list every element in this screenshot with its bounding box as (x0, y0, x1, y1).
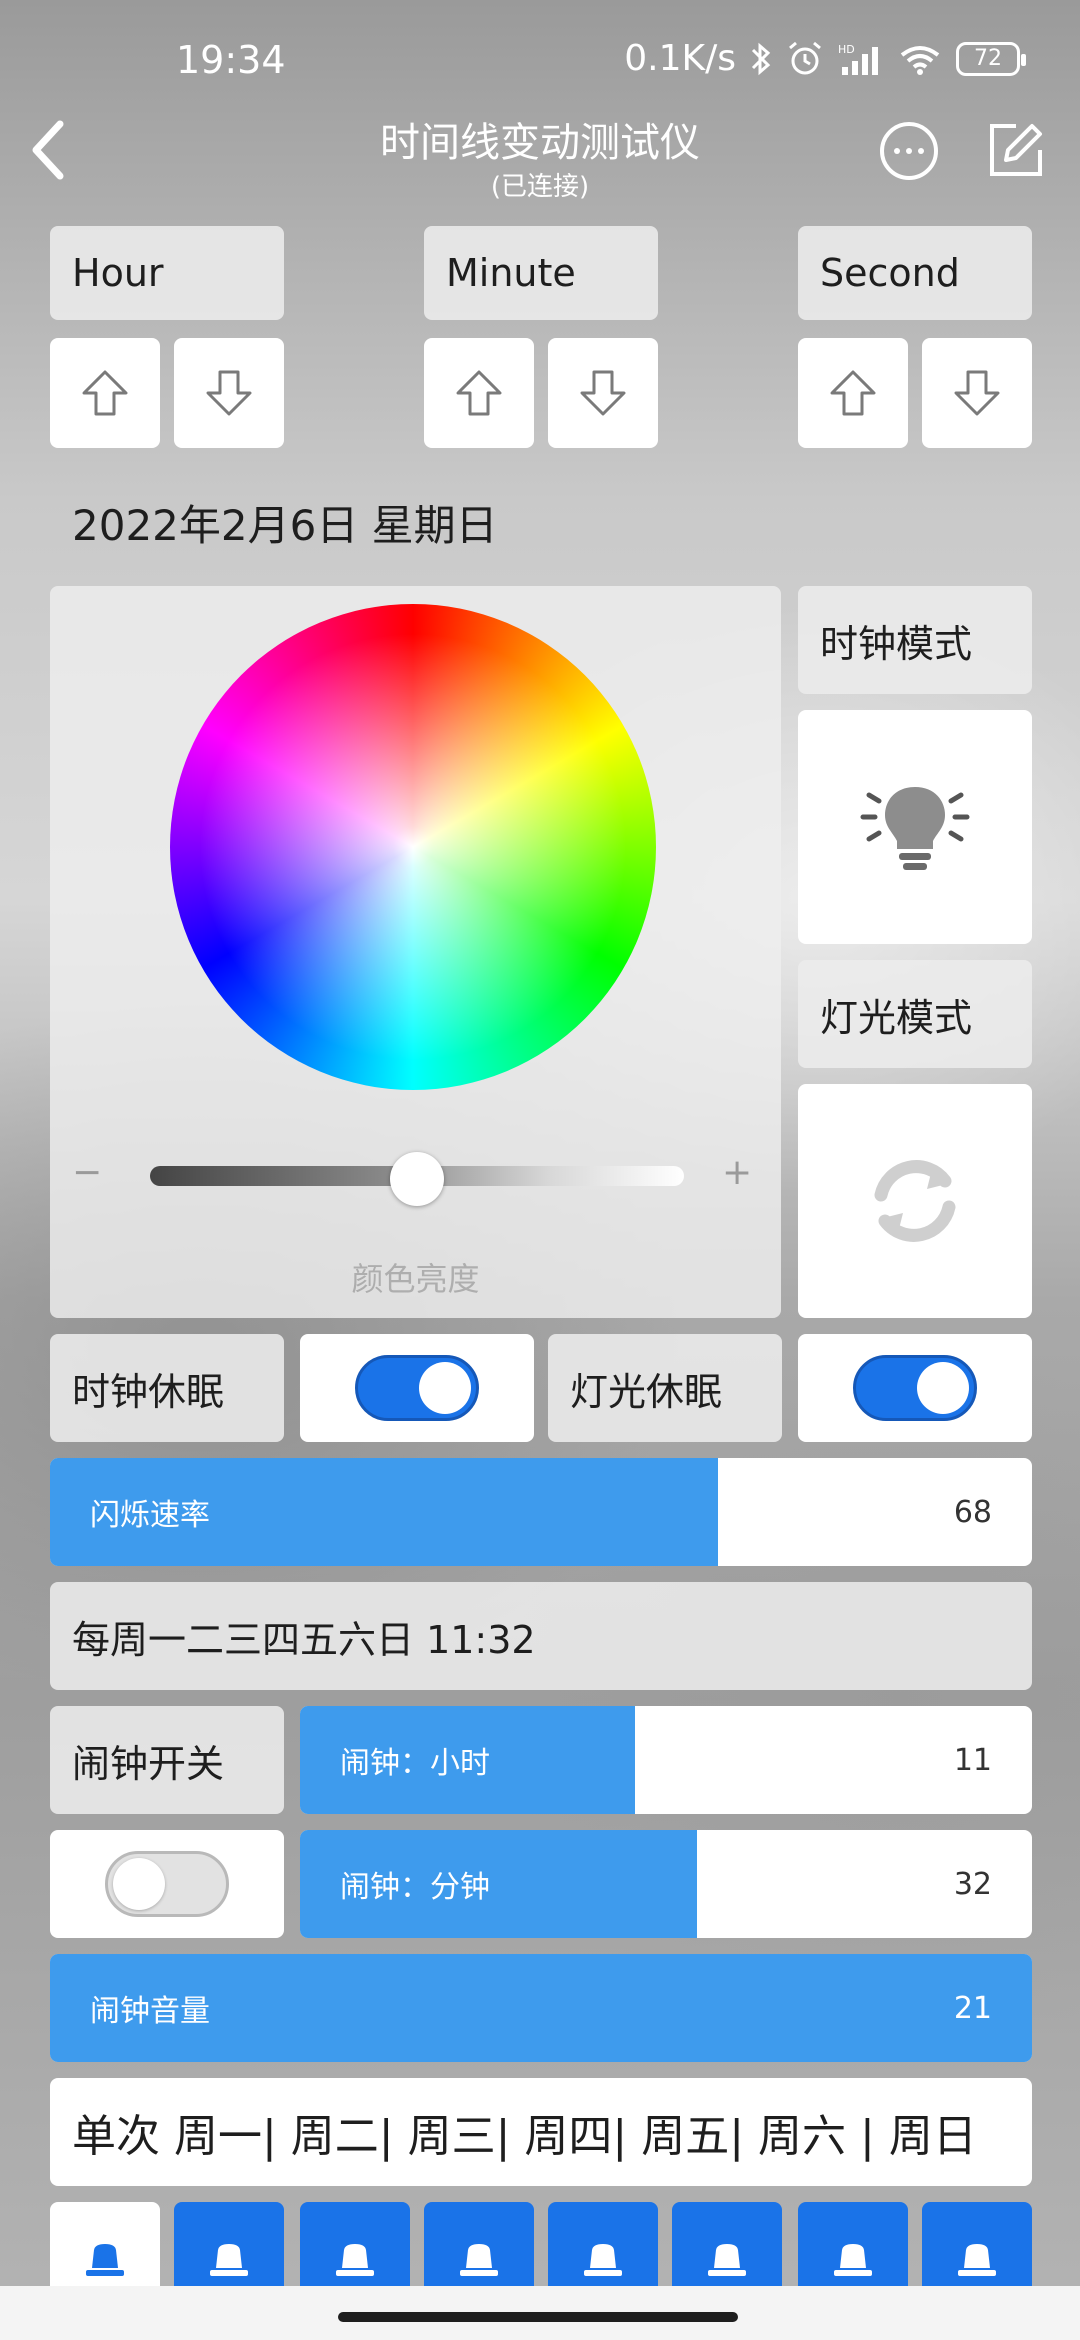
alarm-hour-slider[interactable]: 闹钟：小时 11 (300, 1706, 1032, 1814)
alarm-clock-icon (789, 41, 821, 74)
edit-icon (990, 124, 1042, 176)
brightness-slider-handle[interactable] (390, 1152, 444, 1206)
alarm-summary: 每周一二三四五六日 11:32 (50, 1582, 1032, 1690)
lightbulb-icon (860, 787, 970, 870)
alarm-volume-value: 21 (953, 1990, 992, 2026)
brightness-label: 颜色亮度 (351, 1260, 480, 1298)
alarm-minute-value: 32 (953, 1866, 992, 1902)
alarm-hour-value: 11 (953, 1742, 992, 1778)
status-icons: 0.1K/s HD 72 (624, 38, 1026, 79)
brightness-plus[interactable]: + (722, 1152, 752, 1193)
alarm-switch-toggle[interactable] (105, 1851, 229, 1917)
light-sleep-toggle[interactable] (853, 1355, 977, 1421)
hd-label: HD (838, 43, 855, 56)
down-arrow-icon (954, 370, 1000, 416)
light-mode-button[interactable] (798, 1084, 1032, 1318)
alarm-switch-card (50, 1830, 284, 1938)
minute-down-button[interactable] (548, 338, 658, 448)
hour-label: Hour (50, 226, 284, 320)
alarm-minute-label: 闹钟：分钟 (340, 1870, 490, 1905)
second-label: Second (798, 226, 1032, 320)
alarm-light-icon (584, 2244, 622, 2276)
day-button-2[interactable] (300, 2202, 410, 2286)
refresh-icon (874, 1160, 956, 1242)
alarm-light-icon (708, 2244, 746, 2276)
second-up-button[interactable] (798, 338, 908, 448)
day-button-5[interactable] (672, 2202, 782, 2286)
light-mode-label: 灯光模式 (798, 960, 1032, 1068)
alarm-minute-slider[interactable]: 闹钟：分钟 32 (300, 1830, 1032, 1938)
cellular-signal-icon: HD (838, 43, 878, 75)
day-button-4[interactable] (548, 2202, 658, 2286)
alarm-light-icon (210, 2244, 248, 2276)
minute-label: Minute (424, 226, 658, 320)
minute-up-button[interactable] (424, 338, 534, 448)
wifi-icon (900, 45, 940, 75)
light-sleep-toggle-card (798, 1334, 1032, 1442)
alarm-light-icon (86, 2244, 124, 2276)
status-time: 19:34 (176, 38, 286, 82)
clock-sleep-toggle[interactable] (355, 1355, 479, 1421)
blink-rate-slider[interactable]: 闪烁速率 68 (50, 1458, 1032, 1566)
second-down-button[interactable] (922, 338, 1032, 448)
up-arrow-icon (830, 370, 876, 416)
blink-rate-label: 闪烁速率 (90, 1498, 210, 1533)
alarm-hour-label: 闹钟：小时 (340, 1746, 490, 1781)
more-icon (894, 148, 900, 154)
alarm-volume-slider[interactable]: 闹钟音量 21 (50, 1954, 1032, 2062)
more-button[interactable] (880, 122, 938, 180)
up-arrow-icon (82, 370, 128, 416)
alarm-repeat-days: 单次 周一| 周二| 周三| 周四| 周五| 周六 | 周日 (50, 2078, 1032, 2186)
blink-rate-value: 68 (953, 1494, 992, 1530)
up-arrow-icon (456, 370, 502, 416)
battery-indicator: 72 (956, 41, 1026, 76)
home-indicator[interactable] (338, 2312, 738, 2322)
alarm-volume-label: 闹钟音量 (90, 1994, 210, 2029)
clock-sleep-toggle-card (300, 1334, 534, 1442)
day-button-3[interactable] (424, 2202, 534, 2286)
clock-sleep-label: 时钟休眠 (50, 1334, 284, 1442)
day-button-7[interactable] (922, 2202, 1032, 2286)
alarm-light-icon (336, 2244, 374, 2276)
down-arrow-icon (206, 370, 252, 416)
edit-button[interactable] (986, 120, 1046, 180)
battery-level: 72 (974, 46, 1002, 71)
hour-down-button[interactable] (174, 338, 284, 448)
alarm-switch-label: 闹钟开关 (50, 1706, 284, 1814)
color-picker-card: − + 颜色亮度 (50, 586, 781, 1318)
down-arrow-icon (580, 370, 626, 416)
day-button-1[interactable] (174, 2202, 284, 2286)
day-button-0[interactable] (50, 2202, 160, 2286)
clock-mode-button[interactable] (798, 710, 1032, 944)
date-display: 2022年2月6日 星期日 (72, 501, 498, 550)
light-sleep-label: 灯光休眠 (548, 1334, 782, 1442)
alarm-light-icon (958, 2244, 996, 2276)
bluetooth-icon (751, 42, 771, 75)
hour-up-button[interactable] (50, 338, 160, 448)
alarm-light-icon (834, 2244, 872, 2276)
color-wheel[interactable] (170, 604, 656, 1090)
network-speed: 0.1K/s (624, 38, 736, 79)
clock-mode-label: 时钟模式 (798, 586, 1032, 694)
alarm-light-icon (460, 2244, 498, 2276)
day-button-6[interactable] (798, 2202, 908, 2286)
brightness-minus[interactable]: − (72, 1152, 102, 1193)
